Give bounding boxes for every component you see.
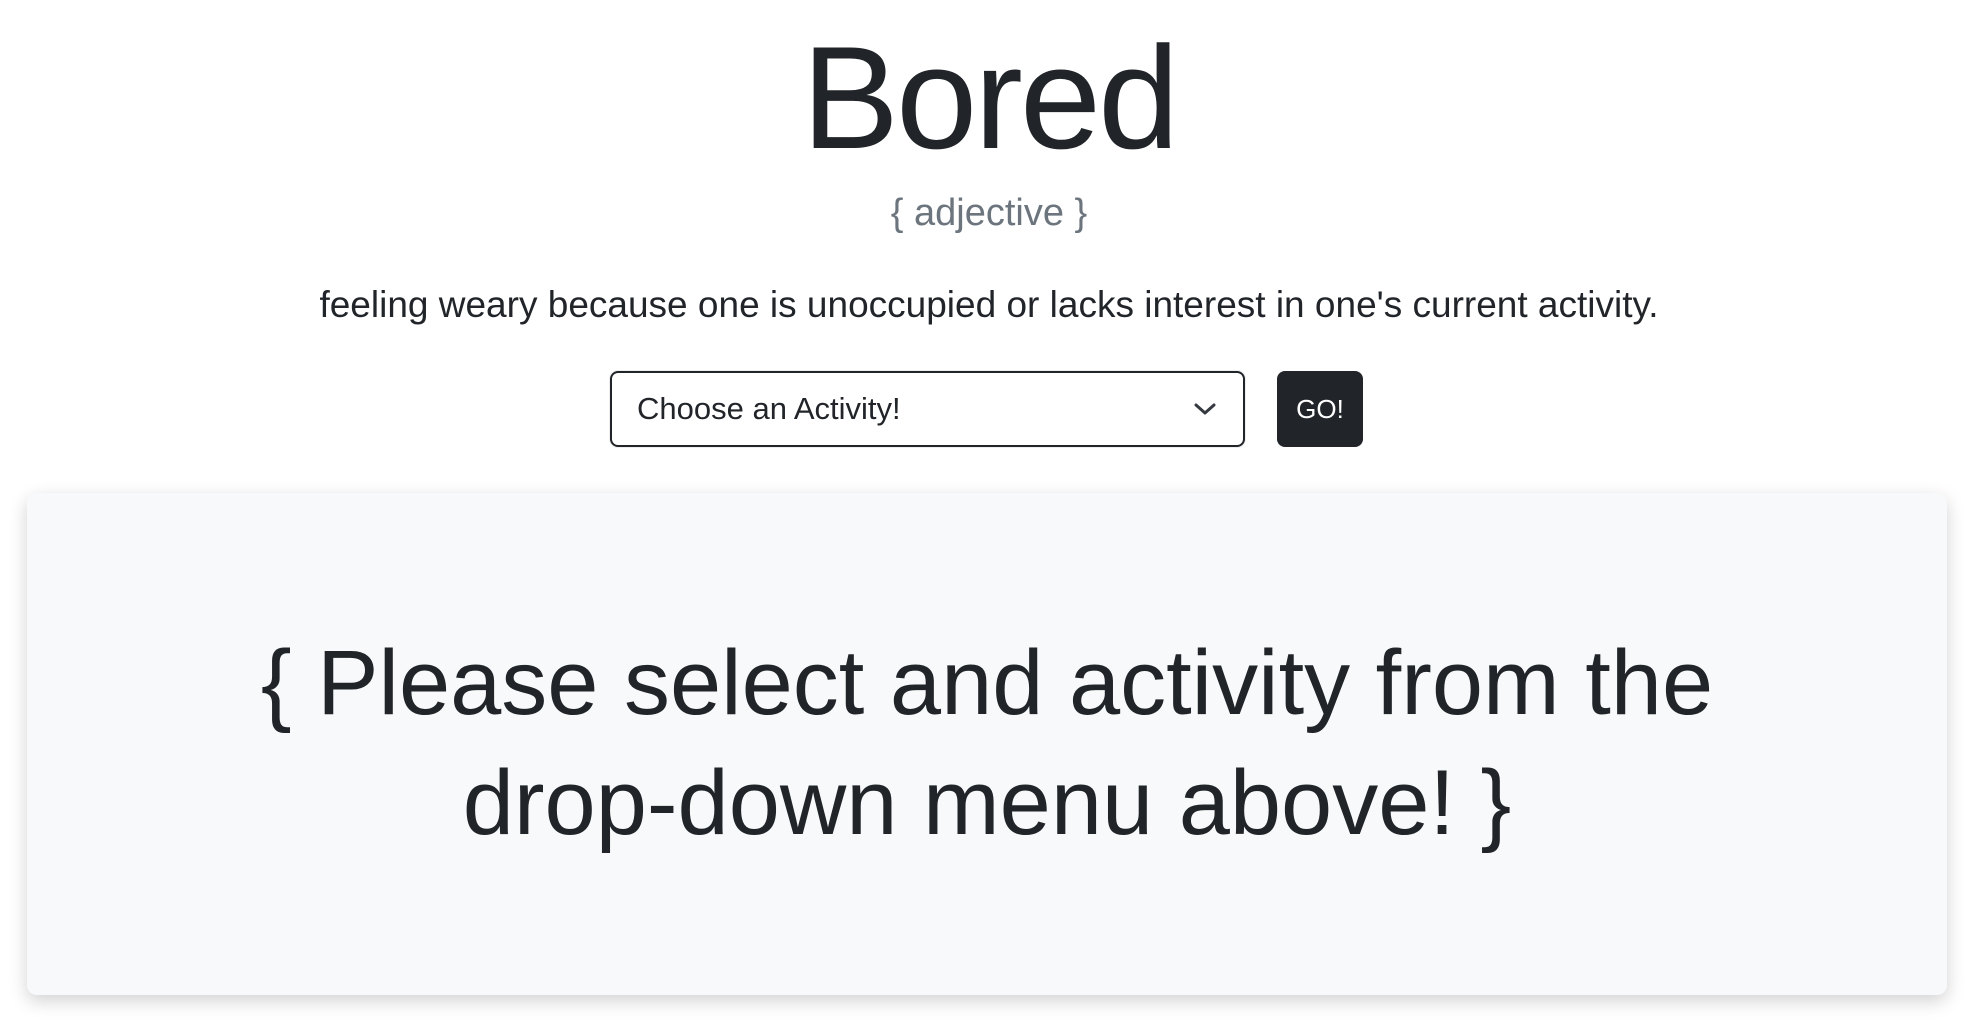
page: Bored { adjective } feeling weary becaus… — [0, 0, 1978, 1024]
definition-text: feeling weary because one is unoccupied … — [319, 284, 1659, 325]
page-title: Bored — [801, 16, 1180, 179]
activity-controls: Choose an Activity! GO! — [610, 371, 1363, 447]
activity-select[interactable]: Choose an Activity! — [610, 371, 1245, 447]
result-card: { Please select and activity from the dr… — [27, 493, 1947, 995]
go-button[interactable]: GO! — [1277, 371, 1363, 447]
part-of-speech: { adjective } — [890, 192, 1088, 234]
activity-select-value: Choose an Activity! — [637, 391, 901, 426]
chevron-down-icon — [1191, 395, 1219, 423]
result-message: { Please select and activity from the dr… — [260, 632, 1714, 854]
